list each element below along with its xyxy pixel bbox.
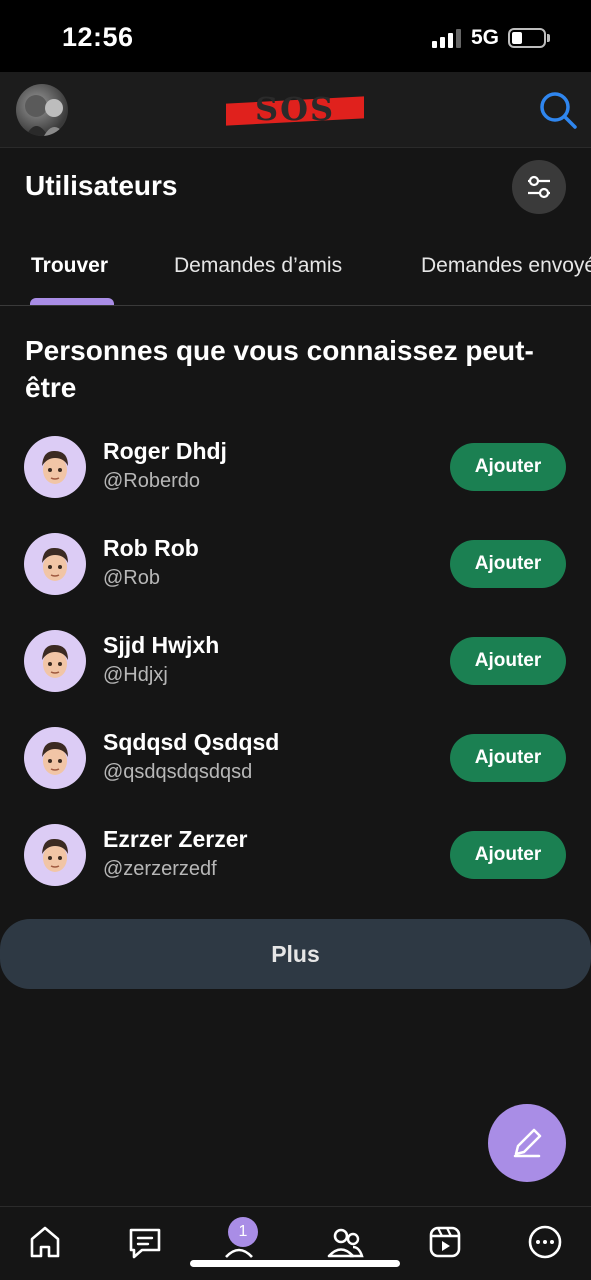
user-name: Sqdqsd Qsdqsd — [103, 729, 280, 755]
status-time: 12:56 — [62, 22, 134, 52]
memoji-avatar-icon — [42, 741, 68, 775]
user-name: Sjjd Hwjxh — [103, 632, 220, 658]
friends-icon[interactable] — [324, 1221, 366, 1263]
user-row: Sqdqsd Qsdqsd @qsdqsdqsdqsd Ajouter — [0, 727, 591, 807]
user-handle: @Hdjxj — [103, 664, 168, 686]
pencil-icon — [513, 1128, 542, 1158]
tab-bar: Trouver Demandes d’amis Demandes envoyée… — [0, 244, 591, 306]
user-name: Ezrzer Zerzer — [103, 826, 248, 852]
user-handle: @Roberdo — [103, 470, 201, 492]
add-friend-button[interactable]: Ajouter — [450, 540, 566, 588]
tab-demandes-envoyees[interactable]: Demandes envoyées — [421, 254, 591, 278]
user-row: Sjjd Hwjxh @Hdjxj Ajouter — [0, 630, 591, 710]
user-name: Rob Rob — [103, 535, 199, 561]
user-avatar[interactable] — [24, 436, 86, 498]
memoji-avatar-icon — [42, 644, 68, 678]
status-bar: 12:56 5G — [0, 0, 591, 72]
more-icon[interactable] — [524, 1221, 566, 1263]
app-header: SOS — [0, 72, 591, 148]
profile-avatar[interactable] — [16, 84, 68, 136]
user-avatar[interactable] — [24, 630, 86, 692]
signal-icon — [432, 29, 461, 48]
home-icon[interactable] — [24, 1221, 66, 1263]
tab-demandes-amis[interactable]: Demandes d’amis — [174, 254, 342, 278]
user-row: Rob Rob @Rob Ajouter — [0, 533, 591, 613]
add-friend-button[interactable]: Ajouter — [450, 637, 566, 685]
more-button[interactable]: Plus — [0, 919, 591, 989]
page-title: Utilisateurs — [25, 170, 178, 201]
search-icon[interactable] — [538, 90, 578, 130]
add-friend-button[interactable]: Ajouter — [450, 831, 566, 879]
logo-text: SOS — [254, 90, 336, 128]
user-avatar[interactable] — [24, 727, 86, 789]
user-row: Roger Dhdj @Roberdo Ajouter — [0, 436, 591, 516]
memoji-avatar-icon — [42, 547, 68, 581]
avatar-photo-icon — [25, 95, 66, 136]
bottom-nav — [0, 1206, 591, 1280]
battery-icon — [508, 28, 546, 48]
section-title: Personnes que vous connaissez peut-être — [25, 335, 534, 403]
user-avatar[interactable] — [24, 533, 86, 595]
add-friend-button[interactable]: Ajouter — [450, 443, 566, 491]
user-handle: @qsdqsdqsdqsd — [103, 761, 253, 783]
network-label: 5G — [471, 26, 500, 49]
reels-icon[interactable] — [424, 1221, 466, 1263]
tab-trouver[interactable]: Trouver — [31, 254, 108, 278]
sliders-icon — [528, 175, 550, 199]
memoji-avatar-icon — [42, 838, 68, 872]
messages-icon[interactable] — [124, 1221, 166, 1263]
user-row: Ezrzer Zerzer @zerzerzedf Ajouter — [0, 824, 591, 904]
compose-button[interactable] — [488, 1104, 566, 1182]
user-handle: @zerzerzedf — [103, 858, 217, 880]
active-tab-indicator — [30, 298, 114, 305]
add-friend-button[interactable]: Ajouter — [450, 734, 566, 782]
user-handle: @Rob — [103, 567, 160, 589]
notification-badge: 1 — [228, 1217, 258, 1247]
user-avatar[interactable] — [24, 824, 86, 886]
user-name: Roger Dhdj — [103, 438, 227, 464]
memoji-avatar-icon — [42, 450, 68, 484]
filter-button[interactable] — [512, 160, 566, 214]
app-logo: SOS — [226, 90, 366, 130]
battery-cap — [547, 34, 550, 42]
home-indicator — [190, 1260, 400, 1267]
